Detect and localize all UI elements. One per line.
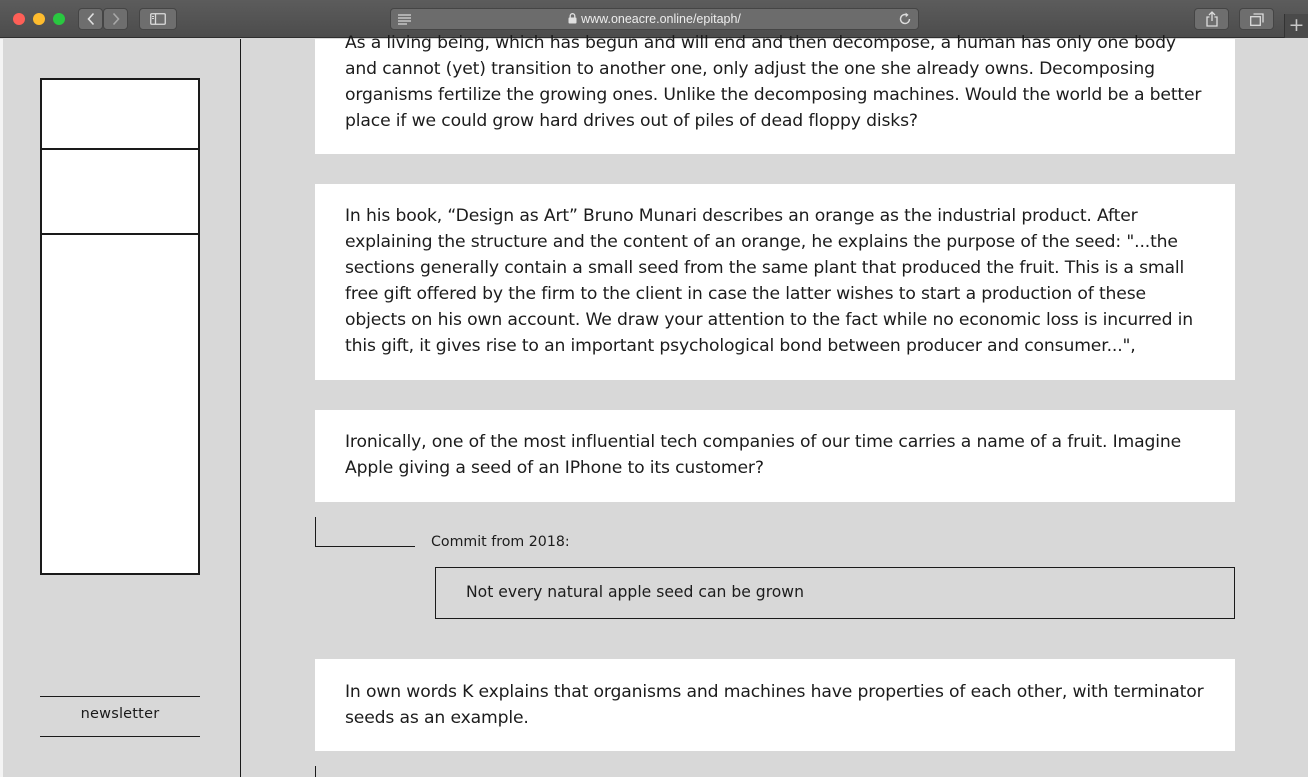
- sidebar-box-middle[interactable]: [40, 148, 200, 235]
- sidebar-icon: [150, 13, 166, 25]
- fullscreen-window-button[interactable]: [53, 13, 65, 25]
- minimize-window-button[interactable]: [33, 13, 45, 25]
- plus-icon: +: [1288, 14, 1305, 36]
- sidebar-toggle-button[interactable]: [139, 8, 177, 30]
- newsletter-link[interactable]: newsletter: [40, 706, 200, 722]
- share-icon: [1205, 11, 1218, 27]
- back-button[interactable]: [78, 8, 103, 30]
- new-tab-button[interactable]: +: [1284, 14, 1308, 38]
- sidebar-box-large[interactable]: [40, 233, 200, 575]
- reload-icon[interactable]: [898, 12, 912, 26]
- sidebar-box-top[interactable]: [40, 78, 200, 150]
- text-card: In his book, “Design as Art” Bruno Munar…: [315, 184, 1235, 380]
- paragraph: In his book, “Design as Art” Bruno Munar…: [345, 206, 1194, 356]
- url-display: www.oneacre.online/epitaph/: [391, 12, 918, 26]
- lock-icon: [568, 13, 577, 24]
- tab-overview-button[interactable]: [1239, 8, 1274, 30]
- share-button[interactable]: [1194, 8, 1229, 30]
- url-text: www.oneacre.online/epitaph/: [581, 12, 741, 26]
- newsletter-divider-bottom: [40, 736, 200, 737]
- connector-line: [315, 766, 316, 777]
- paragraph: As a living being, which has begun and w…: [345, 33, 1202, 131]
- paragraph: Ironically, one of the most influential …: [345, 432, 1182, 478]
- commit-text: Not every natural apple seed can be grow…: [466, 583, 804, 601]
- close-window-button[interactable]: [13, 13, 25, 25]
- address-bar[interactable]: www.oneacre.online/epitaph/: [390, 8, 919, 30]
- text-card: Ironically, one of the most influential …: [315, 410, 1235, 502]
- window-edge: [0, 39, 3, 777]
- paragraph: In own words K explains that organisms a…: [345, 682, 1204, 728]
- text-card: As a living being, which has begun and w…: [315, 33, 1235, 154]
- chevron-left-icon: [86, 12, 94, 26]
- newsletter-divider-top: [40, 696, 200, 697]
- commit-box: Not every natural apple seed can be grow…: [435, 567, 1235, 619]
- tabs-icon: [1249, 12, 1264, 26]
- text-card: In own words K explains that organisms a…: [315, 659, 1235, 751]
- chevron-right-icon: [112, 12, 120, 26]
- commit-label: Commit from 2018:: [431, 534, 570, 550]
- forward-button[interactable]: [103, 8, 128, 30]
- commit-connector: [315, 517, 415, 547]
- sidebar-divider: [240, 39, 241, 777]
